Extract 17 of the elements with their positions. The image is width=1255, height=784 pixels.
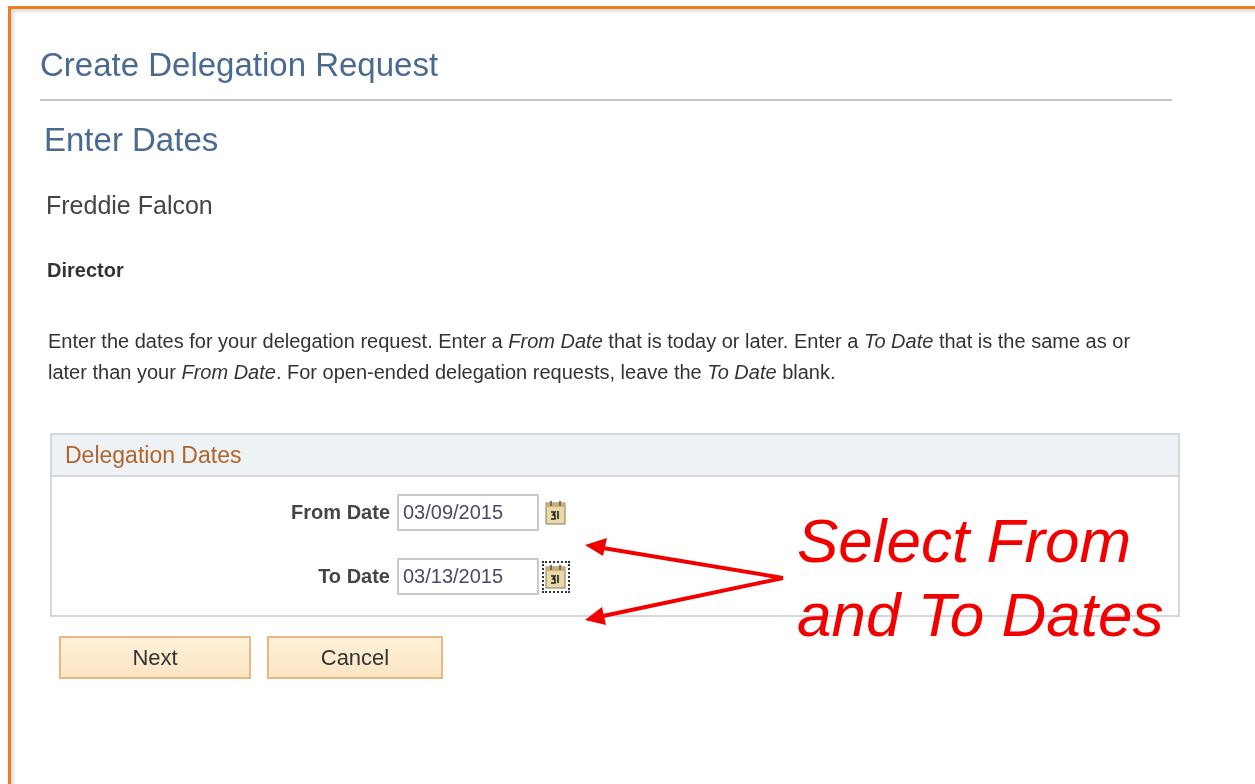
calendar-icon: [545, 499, 567, 526]
group-title: Delegation Dates: [65, 441, 242, 469]
date-field[interactable]: 03/13/2015: [397, 558, 539, 595]
calendar-button[interactable]: [542, 560, 570, 593]
form-button[interactable]: Cancel: [267, 636, 443, 679]
section-title: Enter Dates: [44, 121, 220, 159]
annotation-text: and To Dates: [797, 579, 1164, 651]
instructions-text: Enter the dates for your delegation request. Enter a From Date that is today or later. Enter a To Date that is the same as or later than your From Date. For open-ended delegation requests, leave the To Date blank.: [48, 329, 1132, 385]
person-name: Freddie Falcon: [46, 191, 214, 220]
role-label: Director: [47, 259, 125, 282]
form-button[interactable]: Next: [59, 636, 251, 679]
calendar-icon: [545, 563, 567, 590]
page-title: Create Delegation Request: [40, 9, 1172, 101]
field-label: To Date: [317, 565, 390, 588]
date-field[interactable]: 03/09/2015: [397, 494, 539, 531]
annotation-text: Select From: [797, 505, 1133, 577]
field-label: From Date: [290, 501, 390, 524]
